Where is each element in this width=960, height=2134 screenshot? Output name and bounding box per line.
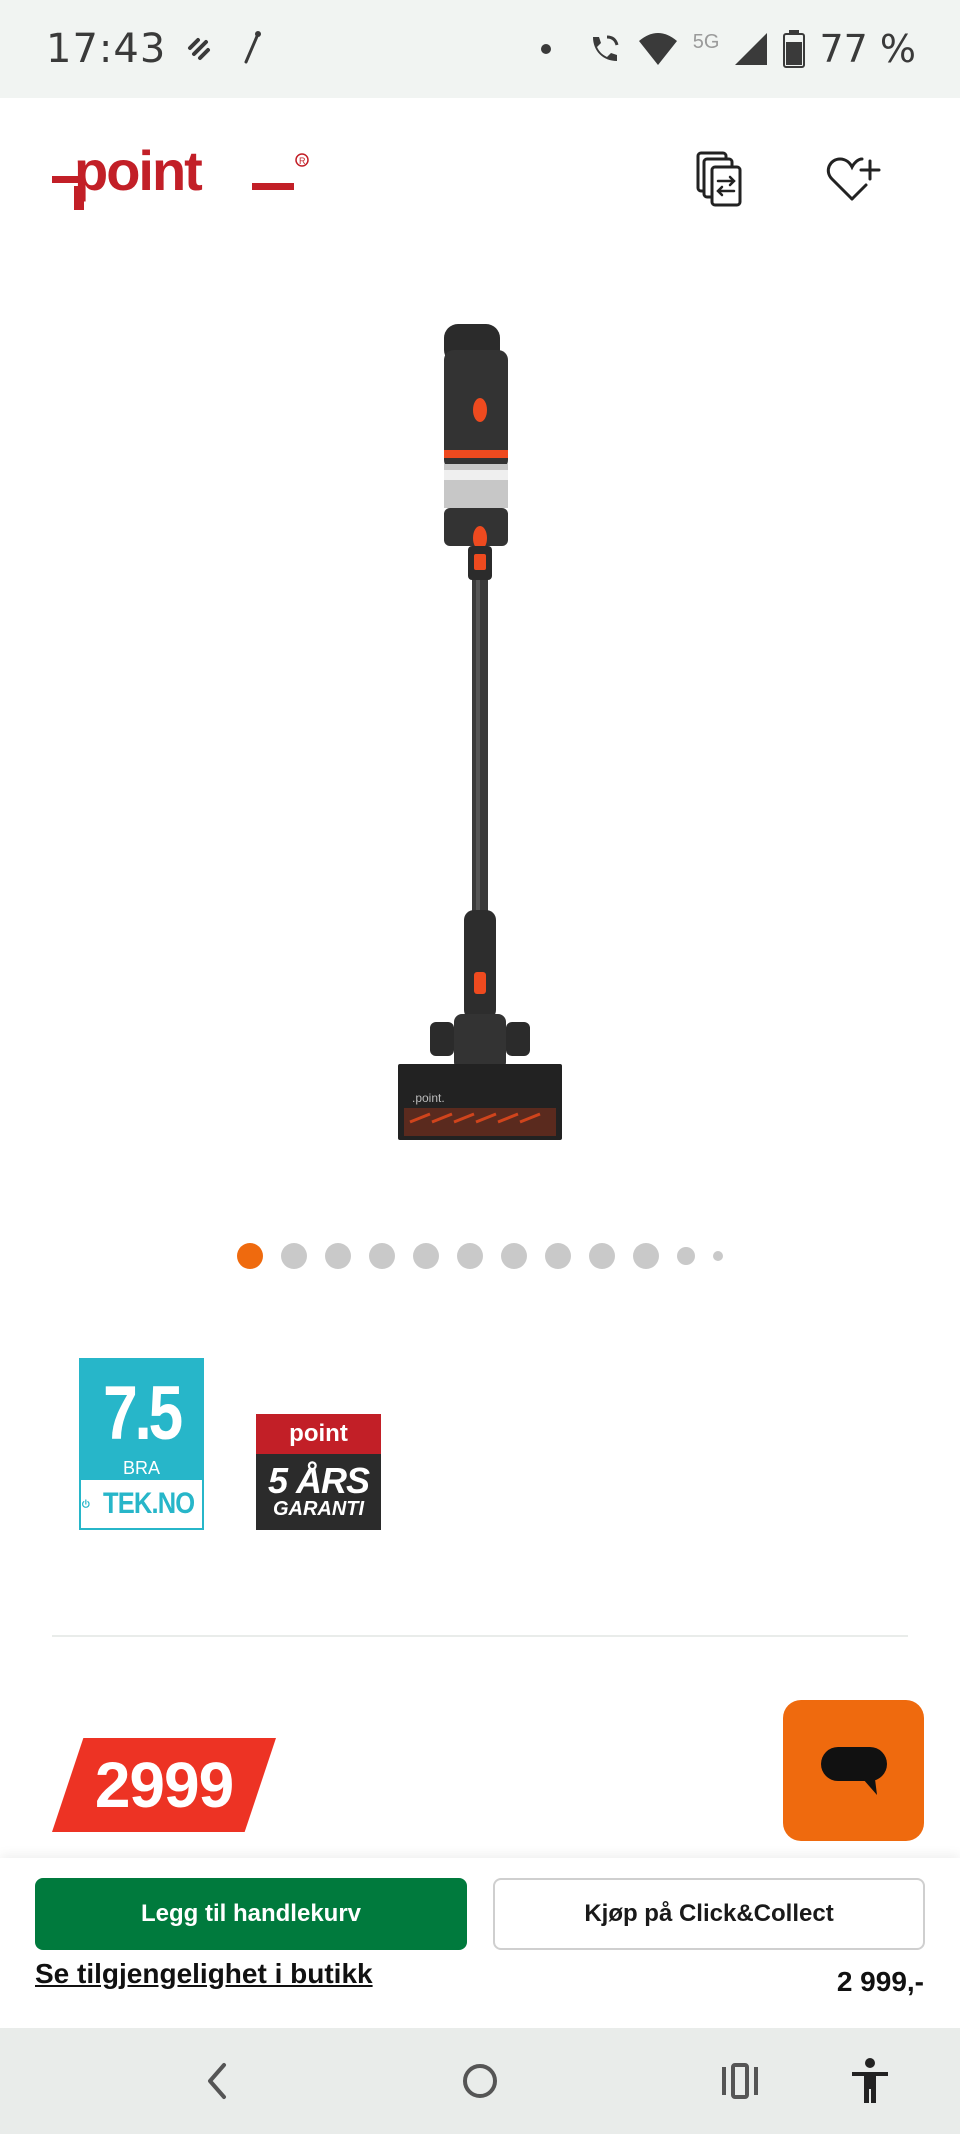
nav-home-button[interactable] (455, 2056, 505, 2106)
tek-score: 7.5 (103, 1371, 183, 1456)
compare-icon (696, 151, 742, 207)
vacuum-cleaner-image: .point. (398, 324, 562, 1140)
chat-button[interactable] (783, 1700, 924, 1841)
heart-plus-icon (826, 157, 881, 201)
add-to-cart-button[interactable]: Legg til handlekurv (35, 1878, 467, 1950)
nav-recents-button[interactable] (715, 2056, 765, 2106)
tek-brand: TEK.NO (102, 1487, 195, 1520)
tek-brand-row: TEK.NO (81, 1480, 202, 1528)
price-tag-value: 2999 (94, 1749, 234, 1821)
wifi-icon (638, 33, 677, 65)
product-image[interactable]: .point. (360, 310, 600, 1170)
site-header: point R (0, 98, 960, 268)
carousel-dot[interactable] (633, 1243, 659, 1269)
compare-button[interactable] (690, 148, 754, 212)
purchase-action-bar: Legg til handlekurv Kjøp på Click&Collec… (0, 1858, 960, 2028)
carousel-dot[interactable] (237, 1243, 263, 1269)
chat-icon (820, 1746, 887, 1795)
accessibility-button[interactable] (845, 2056, 895, 2106)
price-tag: 2999 (52, 1738, 276, 1832)
carousel-dot[interactable] (457, 1243, 483, 1269)
system-nav-bar (0, 2028, 960, 2134)
notification-dot-icon (540, 44, 551, 54)
carousel-dot[interactable] (413, 1243, 439, 1269)
carousel-dot[interactable] (713, 1251, 723, 1261)
store-availability-link[interactable]: Se tilgjengelighet i butikk (35, 1958, 373, 1990)
carousel-dot[interactable] (677, 1247, 695, 1265)
signal-icon (735, 33, 768, 65)
status-bar: 17:43 5G 77 % (0, 0, 960, 98)
warranty-years: 5 ÅRS (267, 1460, 370, 1501)
svg-text:.point.: .point. (412, 1091, 445, 1105)
warranty-logo-bar: point (256, 1414, 381, 1454)
svg-text:point: point (74, 142, 202, 202)
page: 17:43 5G 77 % point R .point. 7.5 BRA TE… (0, 0, 960, 2134)
battery-percent: 77 % (819, 27, 916, 71)
point-logo[interactable]: point R (52, 139, 312, 222)
accessibility-icon (852, 2058, 888, 2103)
recents-icon (722, 2063, 758, 2099)
wishlist-button[interactable] (822, 148, 886, 212)
back-icon (208, 2063, 226, 2099)
stylus-icon (244, 31, 262, 64)
status-time: 17:43 (46, 26, 167, 72)
carousel-dot[interactable] (589, 1243, 615, 1269)
nav-back-button[interactable] (192, 2056, 242, 2106)
network-type: 5G (692, 31, 720, 53)
carousel-dot[interactable] (325, 1243, 351, 1269)
carousel-dot[interactable] (369, 1243, 395, 1269)
svg-text:R: R (299, 156, 306, 166)
image-carousel-dots (0, 1240, 960, 1272)
warranty-word: GARANTI (272, 1498, 365, 1520)
status-left-icons (184, 30, 264, 68)
tek-score-label: BRA (122, 1458, 160, 1478)
status-right-icons: 5G 77 % (540, 27, 916, 71)
carousel-dot[interactable] (545, 1243, 571, 1269)
home-icon (463, 2064, 497, 2098)
section-divider (52, 1635, 908, 1637)
tek-rating-badge[interactable]: 7.5 BRA TEK.NO (79, 1358, 204, 1530)
power-icon (82, 1499, 90, 1508)
carousel-dot[interactable] (501, 1243, 527, 1269)
wifi-call-icon (592, 35, 619, 61)
click-collect-button[interactable]: Kjøp på Click&Collect (493, 1878, 925, 1950)
warranty-badge[interactable]: point 5 ÅRS GARANTI (256, 1414, 381, 1530)
link-icon (188, 38, 211, 60)
bottom-price: 2 999,- (836, 1966, 924, 1997)
warranty-logo-text: point (289, 1420, 348, 1447)
carousel-dot[interactable] (281, 1243, 307, 1269)
battery-icon (783, 30, 806, 68)
